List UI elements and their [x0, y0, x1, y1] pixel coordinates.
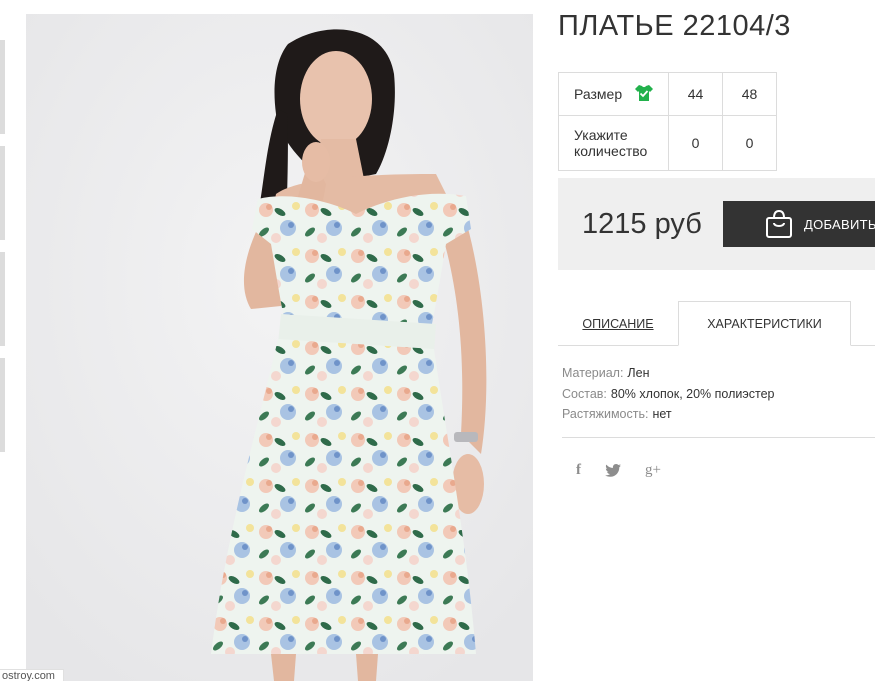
- characteristics-list: Материал: Лен Состав: 80% хлопок, 20% поли…: [562, 363, 774, 425]
- tab-description-label: ОПИСАНИЕ: [582, 316, 654, 331]
- google-plus-icon[interactable]: g+: [645, 462, 661, 479]
- tab-characteristics[interactable]: ХАРАКТЕРИСТИКИ: [678, 301, 851, 346]
- size-table: Размер 44 48 Укажите количество 0 0: [558, 72, 777, 171]
- product-photo[interactable]: [26, 14, 533, 681]
- char-key: Растяжимость:: [562, 407, 649, 421]
- shopping-bag-icon: [766, 209, 792, 238]
- social-share: f g+: [576, 462, 661, 479]
- thumbnail-4[interactable]: [0, 358, 5, 452]
- tab-characteristics-label: ХАРАКТЕРИСТИКИ: [707, 316, 822, 331]
- quantity-input-48[interactable]: 0: [722, 115, 777, 171]
- product-page: ostroy.com ПЛАТЬЕ 22104/3 Размер 44 48 У: [0, 0, 875, 681]
- facebook-icon[interactable]: f: [576, 462, 581, 479]
- quantity-row: Укажите количество 0 0: [558, 115, 777, 171]
- dress-model-image: [26, 14, 533, 681]
- section-divider: [562, 437, 875, 438]
- add-to-cart-label: ДОБАВИТЬ: [804, 217, 875, 232]
- size-row: Размер 44 48: [558, 72, 777, 116]
- thumbnail-1[interactable]: [0, 40, 5, 134]
- char-material: Материал: Лен: [562, 363, 774, 384]
- char-value: 80% хлопок, 20% полиэстер: [610, 386, 775, 401]
- char-value: Лен: [627, 366, 650, 380]
- size-chart-icon[interactable]: [634, 83, 654, 106]
- char-key: Материал:: [562, 366, 624, 380]
- char-stretch: Растяжимость: нет: [562, 404, 774, 425]
- add-to-cart-button[interactable]: ДОБАВИТЬ: [723, 201, 875, 247]
- char-key: Состав:: [562, 386, 607, 401]
- char-value: нет: [652, 407, 672, 421]
- size-label-cell: Размер: [558, 72, 669, 116]
- price-value: 1215 руб: [582, 208, 702, 240]
- char-composition: Состав: 80% хлопок, 20% полиэстер: [562, 384, 774, 405]
- size-44: 44: [668, 72, 723, 116]
- thumbnail-2[interactable]: [0, 146, 5, 240]
- quantity-label: Укажите количество: [558, 115, 669, 171]
- size-48: 48: [722, 72, 777, 116]
- product-title: ПЛАТЬЕ 22104/3: [558, 10, 791, 42]
- price-block: 1215 руб ДОБАВИТЬ: [558, 178, 875, 270]
- size-label: Размер: [574, 86, 623, 102]
- status-bar-link: ostroy.com: [0, 669, 64, 681]
- quantity-input-44[interactable]: 0: [668, 115, 723, 171]
- product-tabs: ОПИСАНИЕ ХАРАКТЕРИСТИКИ: [558, 301, 875, 346]
- tab-description[interactable]: ОПИСАНИЕ: [558, 301, 678, 346]
- twitter-icon[interactable]: [605, 464, 621, 477]
- thumbnail-3[interactable]: [0, 252, 5, 346]
